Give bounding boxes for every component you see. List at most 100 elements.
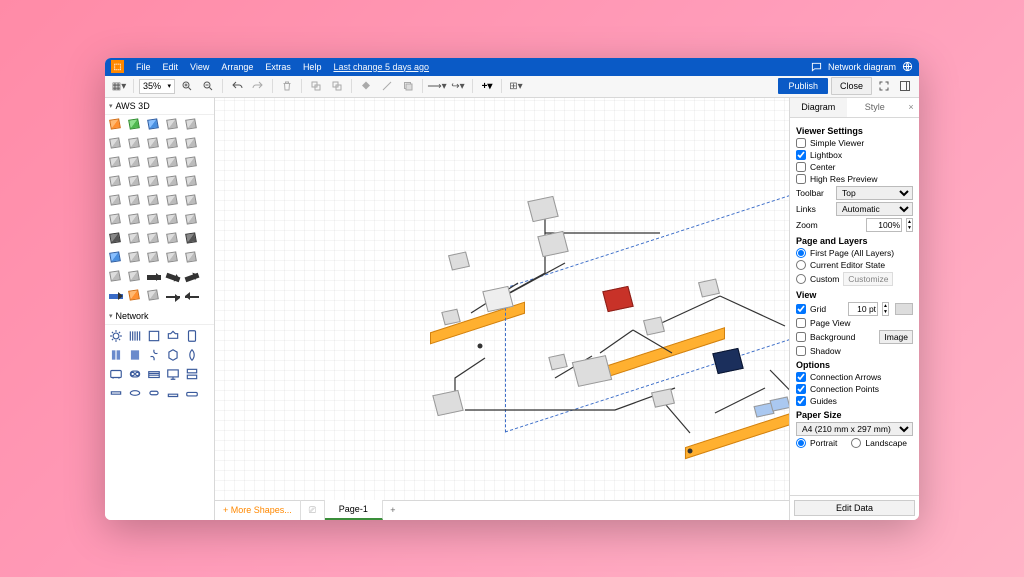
shape-item[interactable] [183, 212, 201, 230]
shape-item[interactable] [126, 327, 144, 345]
shape-item[interactable] [126, 174, 144, 192]
shape-item[interactable] [183, 155, 201, 173]
tab-diagram[interactable]: Diagram [790, 98, 847, 117]
page-tab[interactable]: Page-1 [325, 500, 383, 520]
shape-arrow[interactable] [107, 288, 125, 306]
tab-style[interactable]: Style [847, 98, 904, 117]
diagram-node[interactable] [715, 350, 747, 380]
shape-item[interactable] [126, 231, 144, 249]
cb-background[interactable] [796, 332, 806, 342]
grid-dropdown-icon[interactable]: ▦▾ [110, 78, 128, 94]
diagram-node[interactable] [435, 392, 467, 422]
waypoints-dropdown-icon[interactable]: ↪▾ [449, 78, 467, 94]
fullscreen-icon[interactable] [875, 78, 893, 94]
delete-icon[interactable] [278, 78, 296, 94]
shape-item[interactable] [145, 288, 163, 306]
shape-arrow[interactable] [183, 269, 201, 287]
chat-icon[interactable] [811, 61, 822, 72]
diagram-node[interactable] [575, 358, 607, 388]
shape-item[interactable] [126, 288, 144, 306]
shape-item[interactable] [107, 136, 125, 154]
shape-item[interactable] [145, 384, 163, 402]
fill-icon[interactable] [357, 78, 375, 94]
diagram-node[interactable] [645, 318, 677, 348]
shape-item[interactable] [164, 384, 182, 402]
shape-item[interactable] [164, 346, 182, 364]
shape-item[interactable] [107, 250, 125, 268]
redo-icon[interactable] [249, 78, 267, 94]
shape-item[interactable] [107, 231, 125, 249]
shape-item[interactable] [183, 346, 201, 364]
shape-item[interactable] [164, 212, 182, 230]
shape-item[interactable] [126, 193, 144, 211]
cb-page-view[interactable] [796, 318, 806, 328]
undo-icon[interactable] [228, 78, 246, 94]
cb-conn-points[interactable] [796, 384, 806, 394]
shape-arrow[interactable] [164, 269, 182, 287]
app-logo[interactable]: ⬚ [111, 60, 124, 73]
shape-item[interactable] [126, 117, 144, 135]
shape-item[interactable] [107, 212, 125, 230]
shape-item[interactable] [145, 155, 163, 173]
cb-simple-viewer[interactable] [796, 138, 806, 148]
zoom-out-icon[interactable] [199, 78, 217, 94]
format-panel-icon[interactable] [896, 78, 914, 94]
shape-item[interactable] [145, 327, 163, 345]
sel-links[interactable]: Automatic [836, 202, 913, 216]
canvas[interactable] [215, 98, 789, 500]
shape-item[interactable] [183, 117, 201, 135]
table-dropdown-icon[interactable]: ⊞▾ [507, 78, 525, 94]
to-front-icon[interactable] [307, 78, 325, 94]
diagram-node[interactable] [450, 253, 482, 283]
shape-item[interactable] [126, 212, 144, 230]
diagram-node[interactable] [605, 288, 637, 318]
shape-item[interactable] [126, 384, 144, 402]
inp-zoom[interactable] [866, 218, 902, 232]
shape-arrow[interactable] [145, 269, 163, 287]
cb-high-res[interactable] [796, 174, 806, 184]
close-button[interactable]: Close [831, 77, 872, 95]
shape-item[interactable] [126, 250, 144, 268]
shape-item[interactable] [145, 250, 163, 268]
rb-first-page[interactable] [796, 248, 806, 258]
grid-color-swatch[interactable] [895, 303, 913, 315]
inp-grid-size[interactable] [848, 302, 878, 316]
diagram-node[interactable] [485, 288, 517, 318]
shape-item[interactable] [107, 174, 125, 192]
shape-item[interactable] [183, 231, 201, 249]
shape-item[interactable] [145, 136, 163, 154]
shape-item[interactable] [107, 346, 125, 364]
shape-item[interactable] [126, 155, 144, 173]
rb-cur-editor[interactable] [796, 260, 806, 270]
diagram-node[interactable] [771, 398, 789, 428]
shape-item[interactable] [164, 327, 182, 345]
shape-item[interactable] [183, 174, 201, 192]
shape-item[interactable] [107, 365, 125, 383]
shape-item[interactable] [145, 117, 163, 135]
shape-item[interactable] [126, 269, 144, 287]
shape-arrow[interactable] [183, 288, 201, 306]
shape-item[interactable] [164, 250, 182, 268]
shape-item[interactable] [164, 136, 182, 154]
menu-edit[interactable]: Edit [163, 62, 179, 72]
btn-edit-data[interactable]: Edit Data [794, 500, 915, 516]
diagram-node[interactable] [700, 280, 732, 310]
cb-guides[interactable] [796, 396, 806, 406]
shape-item[interactable] [126, 136, 144, 154]
last-change-link[interactable]: Last change 5 days ago [333, 62, 429, 72]
shape-item[interactable] [145, 174, 163, 192]
cb-center[interactable] [796, 162, 806, 172]
shape-item[interactable] [145, 193, 163, 211]
shadow-icon[interactable] [399, 78, 417, 94]
menu-extras[interactable]: Extras [265, 62, 291, 72]
to-back-icon[interactable] [328, 78, 346, 94]
document-title[interactable]: Network diagram [828, 62, 896, 72]
sel-paper-size[interactable]: A4 (210 mm x 297 mm) [796, 422, 913, 436]
grid-step-down[interactable]: ▼ [883, 309, 888, 315]
shape-item[interactable] [164, 174, 182, 192]
zoom-select[interactable]: 35% [139, 79, 175, 94]
cb-shadow[interactable] [796, 346, 806, 356]
cb-lightbox[interactable] [796, 150, 806, 160]
shape-item[interactable] [183, 136, 201, 154]
shape-item[interactable] [164, 365, 182, 383]
